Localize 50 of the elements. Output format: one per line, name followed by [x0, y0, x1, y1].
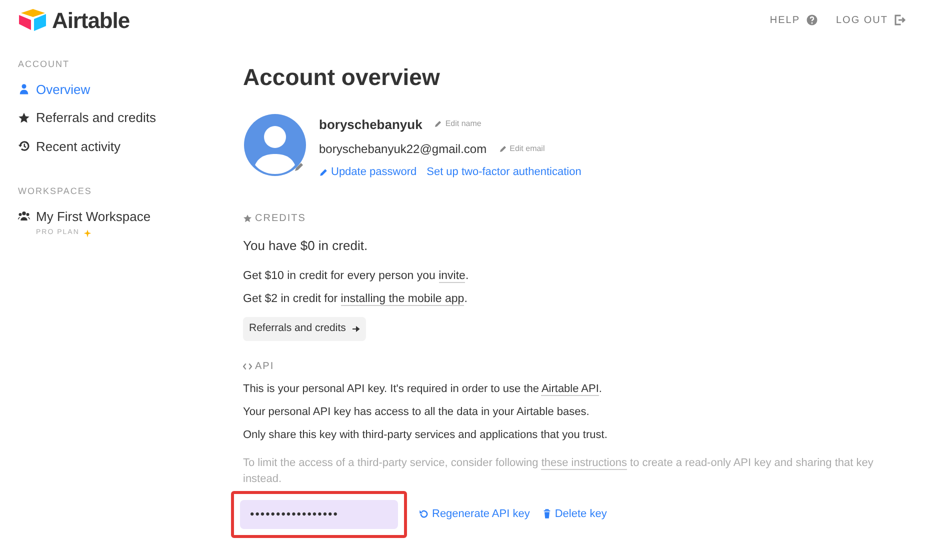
help-icon: [806, 14, 818, 26]
section-heading: ACCOUNT: [18, 58, 70, 71]
inline-link[interactable]: these instructions: [541, 456, 627, 470]
pencil-icon: [498, 145, 507, 153]
update-password-link[interactable]: Update password: [319, 164, 417, 180]
credit-text: Get $10 in credit for every person you invite.: [243, 269, 470, 283]
two-factor-link[interactable]: Set up two-factor authentication: [426, 164, 582, 180]
pencil-icon: [434, 120, 442, 128]
avatar-icon[interactable]: [243, 112, 307, 176]
star-icon: [18, 112, 30, 124]
delete-link[interactable]: Delete key: [542, 506, 607, 522]
logout-link[interactable]: LOG OUT: [836, 12, 906, 28]
sidebar-item[interactable]: My First Workspace: [18, 206, 243, 226]
sidebar-item[interactable]: Recent activity: [18, 136, 243, 156]
api-text: Your personal API key has access to all the data in your Airtable bases.: [243, 404, 590, 419]
sidebar-item[interactable]: Overview: [18, 80, 243, 99]
person-icon: [18, 83, 30, 96]
star-icon: [243, 214, 252, 222]
logo-text: Airtable: [52, 6, 130, 34]
regenerate-link[interactable]: Regenerate API key: [419, 506, 530, 522]
api-note: To limit the access of a third-party service, consider following these instructions to create a read-only API key and sharing that key instead.: [243, 456, 874, 487]
sparkle-icon: [83, 228, 92, 238]
help-link[interactable]: HELP: [770, 12, 818, 28]
logo-icon: [18, 8, 48, 32]
api-key-field[interactable]: •••••••••••••••••: [240, 500, 398, 529]
inline-link[interactable]: Airtable API: [541, 382, 599, 396]
page-title: Account overview: [243, 63, 441, 92]
sidebar-item[interactable]: Referrals and credits: [18, 108, 243, 128]
inline-link[interactable]: installing the mobile app: [340, 293, 464, 306]
refresh-icon: [419, 509, 429, 520]
trash-icon: [542, 509, 552, 520]
api-text: This is your personal API key. It's required in order to use the Airtable API.: [243, 382, 603, 396]
user-email: boryschebanyuk22@gmail.com: [319, 141, 487, 158]
api-text: Only share this key with third-party services and applications that you trust.: [243, 428, 608, 442]
edit-link[interactable]: Edit email: [498, 143, 545, 155]
section-heading: WORKSPACES: [18, 185, 93, 198]
section-heading: API: [255, 360, 274, 374]
credit-text: Get $2 in credit for installing the mobile app.: [243, 292, 468, 306]
inline-link[interactable]: invite: [438, 270, 466, 283]
history-icon: [18, 140, 30, 152]
arrow-right-icon: [352, 324, 360, 333]
pencil-icon: [319, 168, 328, 177]
section-heading: CREDITS: [255, 212, 306, 226]
people-icon: [18, 210, 30, 222]
code-icon: [243, 362, 252, 371]
referrals-button[interactable]: Referrals and credits: [243, 317, 366, 341]
logout-icon: [894, 14, 906, 26]
credit-balance: You have $0 in credit.: [243, 236, 369, 254]
user-name: boryschebanyuk: [319, 116, 422, 134]
edit-link[interactable]: Edit name: [434, 118, 482, 130]
